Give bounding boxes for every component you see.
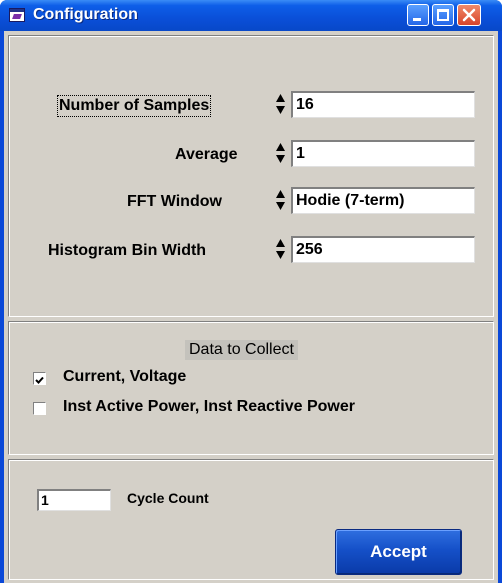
accept-button[interactable]: Accept [335, 529, 462, 575]
window-title: Configuration [33, 6, 138, 23]
title-bar[interactable]: Configuration [0, 0, 502, 31]
average-spinner[interactable] [275, 140, 286, 167]
close-button[interactable] [457, 4, 481, 26]
minimize-icon [413, 18, 421, 21]
num-samples-input[interactable]: 16 [291, 91, 475, 118]
histogram-bin-width-spinner[interactable] [275, 236, 286, 263]
inst-power-label[interactable]: Inst Active Power, Inst Reactive Power [63, 398, 355, 416]
maximize-icon [437, 9, 449, 21]
fft-window-label: FFT Window [127, 193, 222, 210]
num-samples-spinner[interactable] [275, 91, 286, 118]
average-label: Average [175, 146, 238, 163]
close-icon [462, 8, 476, 22]
current-voltage-checkbox[interactable] [33, 372, 46, 385]
app-icon [9, 8, 25, 22]
check-icon [35, 376, 44, 384]
cycle-count-input[interactable]: 1 [37, 489, 111, 511]
data-to-collect-heading: Data to Collect [185, 340, 298, 360]
fft-window-select[interactable]: Hodie (7-term) [291, 187, 475, 214]
fft-window-spinner[interactable] [275, 187, 286, 214]
settings-panel: Number of Samples 16 Average 1 FFT Windo… [8, 35, 494, 317]
maximize-button[interactable] [432, 4, 454, 26]
cycle-count-label: Cycle Count [127, 490, 209, 506]
num-samples-label: Number of Samples [56, 95, 212, 117]
current-voltage-label[interactable]: Current, Voltage [63, 368, 186, 386]
configuration-window: Configuration Number of Samples 16 Avera… [0, 0, 502, 583]
histogram-bin-width-input[interactable]: 256 [291, 236, 475, 263]
dialog-body: Number of Samples 16 Average 1 FFT Windo… [4, 31, 498, 583]
histogram-bin-width-label: Histogram Bin Width [48, 242, 207, 259]
data-to-collect-panel: Data to Collect Current, Voltage Inst Ac… [8, 321, 494, 455]
inst-power-checkbox[interactable] [33, 402, 46, 415]
average-input[interactable]: 1 [291, 140, 475, 167]
cycle-panel: 1 Cycle Count Accept [8, 459, 494, 580]
minimize-button[interactable] [407, 4, 429, 26]
